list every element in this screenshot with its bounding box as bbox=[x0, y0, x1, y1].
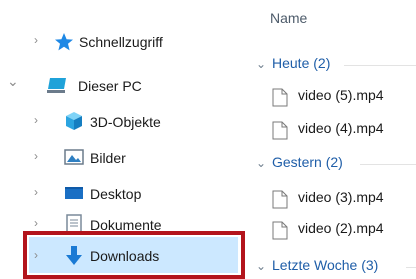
file-icon bbox=[272, 190, 288, 209]
star-icon bbox=[54, 32, 74, 52]
file-name: video (2).mp4 bbox=[298, 220, 384, 236]
chevron-down-icon[interactable]: ⌄ bbox=[256, 156, 266, 170]
chevron-right-icon[interactable]: › bbox=[34, 186, 38, 198]
file-icon bbox=[272, 88, 288, 107]
group-label: Heute (2) bbox=[272, 55, 331, 71]
chevron-right-icon[interactable]: › bbox=[34, 217, 38, 229]
nav-item-desktop[interactable]: › Desktop bbox=[0, 179, 252, 209]
nav-item-label: 3D-Objekte bbox=[90, 114, 161, 130]
pictures-icon bbox=[64, 147, 84, 167]
file-row[interactable]: video (2).mp4 bbox=[272, 219, 416, 241]
nav-item-label: Schnellzugriff bbox=[79, 34, 163, 50]
file-row[interactable]: video (3).mp4 bbox=[272, 188, 416, 210]
group-divider bbox=[344, 65, 416, 66]
nav-item-label: Dokumente bbox=[90, 217, 162, 233]
file-name: video (3).mp4 bbox=[298, 189, 384, 205]
file-icon bbox=[272, 221, 288, 240]
chevron-right-icon[interactable]: › bbox=[34, 114, 38, 126]
nav-item-3d-objekte[interactable]: › 3D-Objekte bbox=[0, 107, 252, 137]
cube-icon bbox=[64, 111, 84, 131]
group-label: Gestern (2) bbox=[272, 154, 343, 170]
documents-icon bbox=[64, 214, 84, 234]
nav-item-dokumente[interactable]: › Dokumente bbox=[0, 210, 252, 234]
nav-item-bilder[interactable]: › Bilder bbox=[0, 143, 252, 173]
nav-item-label: Dieser PC bbox=[78, 78, 142, 94]
nav-item-dieser-pc[interactable]: ⌄ Dieser PC bbox=[0, 71, 252, 101]
navigation-pane: › Schnellzugriff ⌄ Dieser PC › 3D-Objekt… bbox=[0, 0, 252, 279]
nav-item-downloads[interactable]: › Downloads bbox=[0, 241, 252, 271]
group-header-letzte-woche[interactable]: ⌄ Letzte Woche (3) bbox=[256, 257, 416, 277]
computer-icon bbox=[46, 76, 66, 96]
group-divider bbox=[360, 164, 416, 165]
chevron-right-icon[interactable]: › bbox=[34, 150, 38, 162]
download-arrow-icon bbox=[64, 245, 84, 265]
nav-item-schnellzugriff[interactable]: › Schnellzugriff bbox=[0, 27, 252, 57]
file-list-pane: Name ⌄ Heute (2) video (5).mp4 video (4)… bbox=[252, 0, 416, 279]
chevron-down-icon[interactable]: ⌄ bbox=[7, 74, 19, 88]
nav-item-label: Bilder bbox=[90, 150, 126, 166]
chevron-right-icon[interactable]: › bbox=[34, 34, 38, 46]
group-header-gestern[interactable]: ⌄ Gestern (2) bbox=[256, 154, 416, 174]
chevron-right-icon[interactable]: › bbox=[34, 249, 38, 261]
group-label: Letzte Woche (3) bbox=[272, 257, 379, 273]
chevron-down-icon[interactable]: ⌄ bbox=[256, 259, 266, 273]
desktop-icon bbox=[64, 183, 84, 203]
group-header-heute[interactable]: ⌄ Heute (2) bbox=[256, 55, 416, 75]
group-divider bbox=[406, 267, 416, 268]
file-row[interactable]: video (4).mp4 bbox=[272, 119, 416, 141]
column-header-name[interactable]: Name bbox=[270, 10, 307, 26]
file-name: video (5).mp4 bbox=[298, 87, 384, 103]
nav-item-label: Downloads bbox=[90, 248, 160, 264]
nav-item-label: Desktop bbox=[90, 186, 142, 202]
chevron-down-icon[interactable]: ⌄ bbox=[256, 57, 266, 71]
file-icon bbox=[272, 121, 288, 140]
file-row[interactable]: video (5).mp4 bbox=[272, 86, 416, 108]
file-name: video (4).mp4 bbox=[298, 120, 384, 136]
